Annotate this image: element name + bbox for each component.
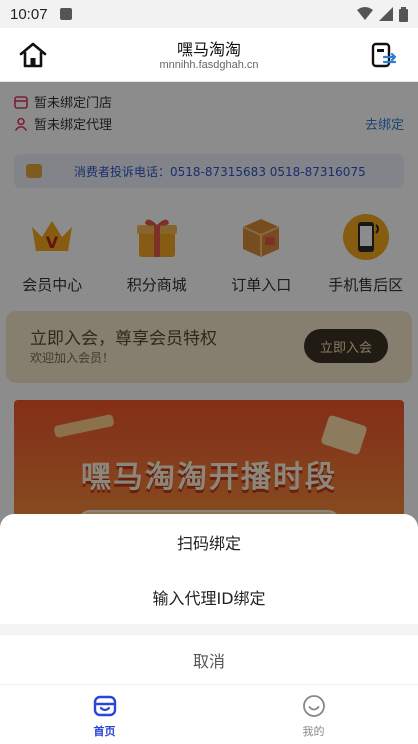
page-url: mnnihh.fasdghah.cn xyxy=(159,59,259,71)
home-icon xyxy=(93,695,116,717)
tab-label: 我的 xyxy=(302,725,325,738)
agent-id-bind-option[interactable]: 输入代理ID绑定 xyxy=(0,569,418,624)
cancel-button[interactable]: 取消 xyxy=(0,634,418,684)
battery-icon xyxy=(399,6,408,22)
smile-icon xyxy=(302,695,325,717)
bind-action-sheet: 扫码绑定 输入代理ID绑定 取消 xyxy=(0,514,418,684)
tab-label: 首页 xyxy=(93,725,116,738)
status-icons xyxy=(357,6,408,22)
signal-icon xyxy=(379,7,393,21)
status-time: 10:07 xyxy=(10,5,48,23)
wifi-icon xyxy=(357,7,373,20)
tab-home[interactable]: 首页 xyxy=(0,685,209,744)
notification-icon xyxy=(59,8,72,20)
switch-account-icon[interactable] xyxy=(370,41,398,69)
sheet-divider xyxy=(0,624,418,634)
status-bar: 10:07 xyxy=(0,0,418,28)
tab-mine[interactable]: 我的 xyxy=(209,685,418,744)
bottom-tab-bar: 首页 我的 xyxy=(0,684,418,744)
app-header: 嘿马淘淘 mnnihh.fasdghah.cn xyxy=(0,28,418,82)
page-title: 嘿马淘淘 xyxy=(176,40,241,59)
scan-bind-option[interactable]: 扫码绑定 xyxy=(0,514,418,569)
